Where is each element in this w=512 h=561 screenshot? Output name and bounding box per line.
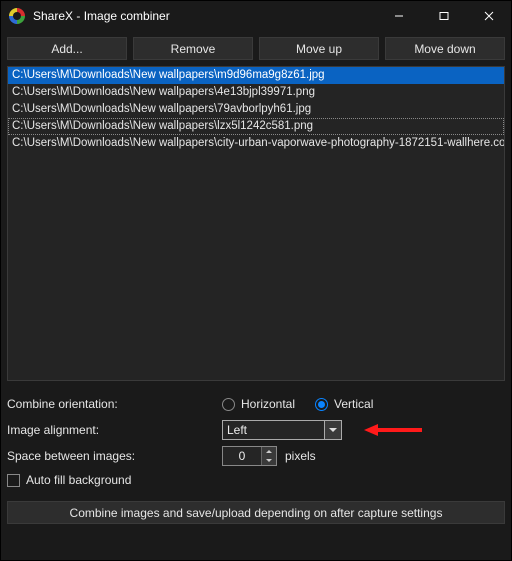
highlight-arrow-icon bbox=[364, 420, 424, 440]
alignment-label: Image alignment: bbox=[7, 423, 222, 437]
radio-icon bbox=[315, 398, 328, 411]
orientation-vertical-radio[interactable]: Vertical bbox=[315, 397, 373, 411]
list-item[interactable]: C:\Users\M\Downloads\New wallpapers\city… bbox=[8, 135, 504, 152]
titlebar: ShareX - Image combiner bbox=[1, 1, 511, 31]
movedown-button[interactable]: Move down bbox=[385, 37, 505, 60]
spinner-down-button[interactable] bbox=[262, 456, 276, 465]
options-form: Combine orientation: Horizontal Vertical… bbox=[1, 381, 511, 493]
maximize-button[interactable] bbox=[421, 1, 466, 31]
space-spinner[interactable]: 0 bbox=[222, 446, 277, 466]
close-button[interactable] bbox=[466, 1, 511, 31]
chevron-down-icon[interactable] bbox=[324, 421, 341, 439]
file-listbox[interactable]: C:\Users\M\Downloads\New wallpapers\m9d9… bbox=[7, 66, 505, 381]
list-item[interactable]: C:\Users\M\Downloads\New wallpapers\lzx5… bbox=[8, 118, 504, 135]
radio-icon bbox=[222, 398, 235, 411]
list-item[interactable]: C:\Users\M\Downloads\New wallpapers\4e13… bbox=[8, 84, 504, 101]
space-unit: pixels bbox=[285, 449, 316, 463]
orientation-horizontal-radio[interactable]: Horizontal bbox=[222, 397, 295, 411]
remove-button[interactable]: Remove bbox=[133, 37, 253, 60]
list-item[interactable]: C:\Users\M\Downloads\New wallpapers\m9d9… bbox=[8, 67, 504, 84]
checkbox-label: Auto fill background bbox=[26, 473, 131, 487]
orientation-label: Combine orientation: bbox=[7, 397, 222, 411]
spinner-buttons bbox=[261, 447, 276, 465]
orientation-group: Horizontal Vertical bbox=[222, 397, 373, 411]
window-controls bbox=[376, 1, 511, 31]
combobox-value: Left bbox=[223, 421, 324, 439]
spinner-up-button[interactable] bbox=[262, 447, 276, 456]
autofill-checkbox[interactable]: Auto fill background bbox=[7, 473, 505, 487]
toolbar: Add... Remove Move up Move down bbox=[1, 31, 511, 66]
window-title: ShareX - Image combiner bbox=[33, 9, 376, 23]
radio-label: Horizontal bbox=[241, 397, 295, 411]
spinner-value[interactable]: 0 bbox=[223, 447, 261, 465]
radio-label: Vertical bbox=[334, 397, 373, 411]
add-button[interactable]: Add... bbox=[7, 37, 127, 60]
minimize-button[interactable] bbox=[376, 1, 421, 31]
alignment-combobox[interactable]: Left bbox=[222, 420, 342, 440]
moveup-button[interactable]: Move up bbox=[259, 37, 379, 60]
list-item[interactable]: C:\Users\M\Downloads\New wallpapers\79av… bbox=[8, 101, 504, 118]
space-label: Space between images: bbox=[7, 449, 222, 463]
combine-button[interactable]: Combine images and save/upload depending… bbox=[7, 501, 505, 524]
checkbox-icon bbox=[7, 474, 20, 487]
sharex-logo-icon bbox=[9, 8, 25, 24]
